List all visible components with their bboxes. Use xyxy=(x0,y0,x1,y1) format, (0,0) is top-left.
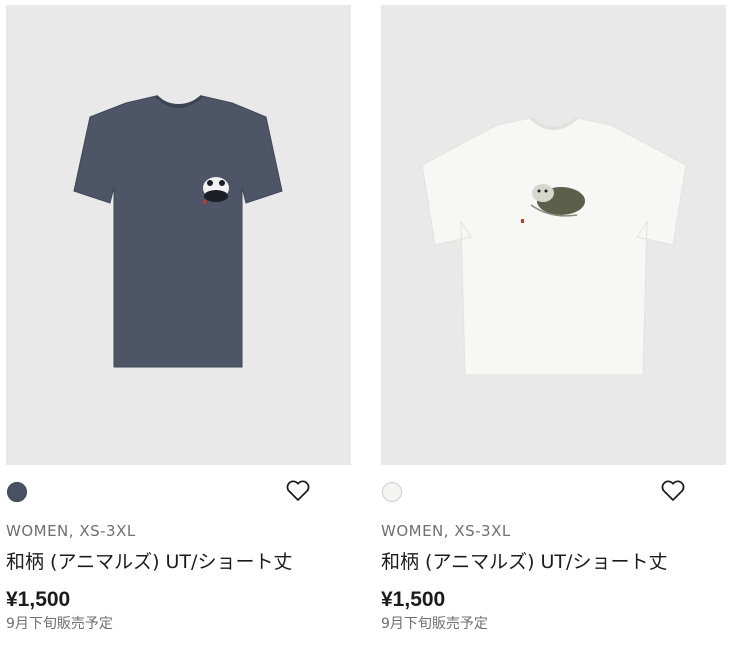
product-title[interactable]: 和柄 (アニマルズ) UT/ショート丈 xyxy=(6,547,306,577)
tshirt-body xyxy=(73,95,283,368)
product-price: ¥1,500 xyxy=(381,588,446,611)
heart-icon[interactable] xyxy=(285,479,311,503)
product-card[interactable]: WOMEN, XS-3XL 和柄 (アニマルズ) UT/ショート丈 ¥1,500… xyxy=(381,0,726,634)
product-price: ¥1,500 xyxy=(6,588,71,611)
tshirt-image xyxy=(421,116,687,376)
color-swatch[interactable] xyxy=(382,482,402,502)
product-grid: WOMEN, XS-3XL 和柄 (アニマルズ) UT/ショート丈 ¥1,500… xyxy=(0,0,731,670)
heart-icon[interactable] xyxy=(660,479,686,503)
product-image[interactable] xyxy=(381,5,726,465)
release-note: 9月下旬販売予定 xyxy=(381,616,488,632)
tshirt-body xyxy=(421,117,687,376)
swatch-row xyxy=(6,465,351,520)
tshirt-image xyxy=(73,94,283,368)
swatch-row xyxy=(381,465,726,520)
product-image[interactable] xyxy=(6,5,351,465)
color-swatch[interactable] xyxy=(7,482,27,502)
release-note: 9月下旬販売予定 xyxy=(6,616,113,632)
product-meta: WOMEN, XS-3XL xyxy=(6,522,136,540)
product-card[interactable]: WOMEN, XS-3XL 和柄 (アニマルズ) UT/ショート丈 ¥1,500… xyxy=(6,0,351,634)
product-title[interactable]: 和柄 (アニマルズ) UT/ショート丈 xyxy=(381,547,681,577)
product-meta: WOMEN, XS-3XL xyxy=(381,522,511,540)
